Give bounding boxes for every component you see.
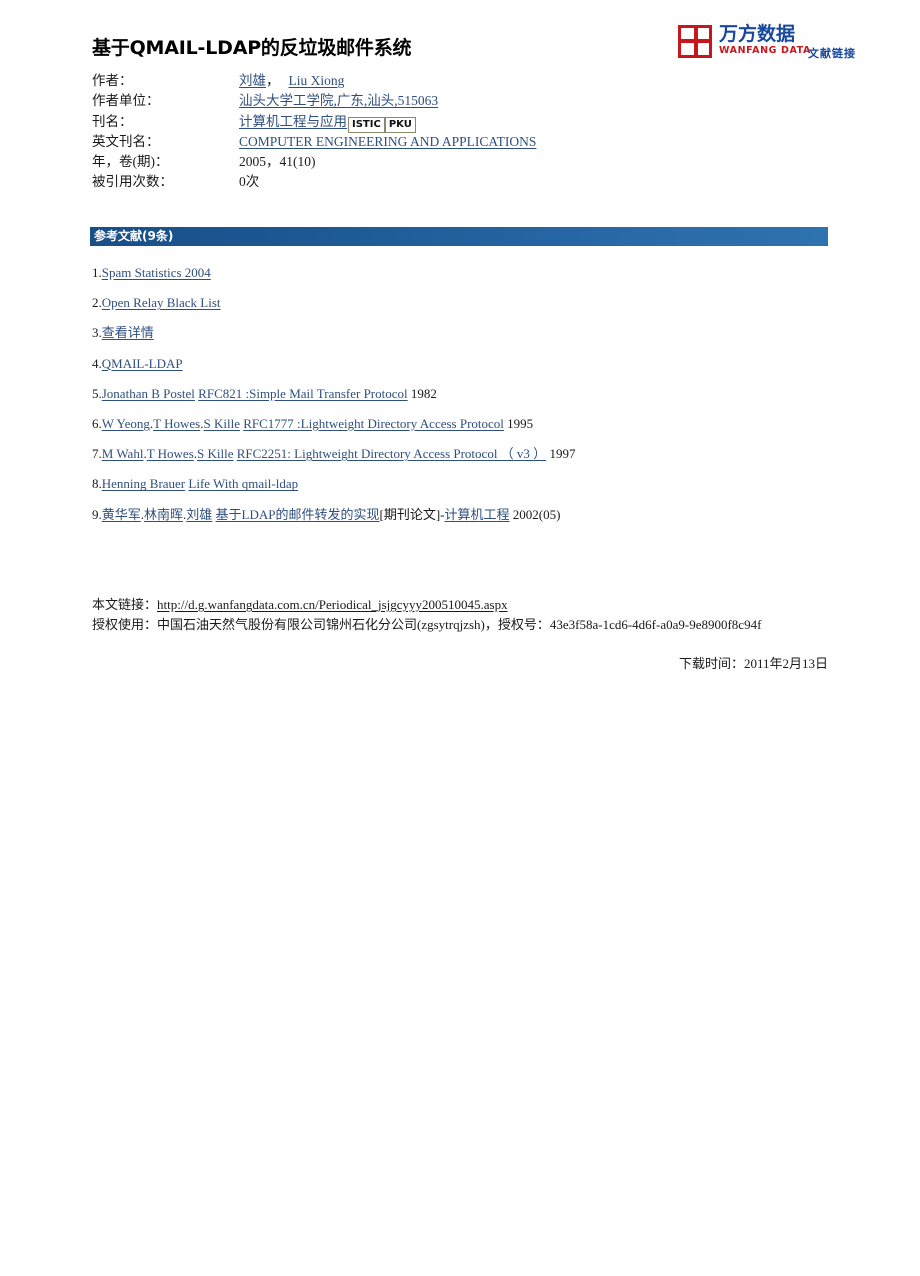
reference-number: 7. bbox=[92, 446, 102, 462]
logo-chinese-name: 万方数据 bbox=[719, 23, 796, 45]
reference-item: 6.W Yeong.T Howes.S Kille RFC1777 :Light… bbox=[92, 416, 852, 432]
reference-link[interactable]: Spam Statistics 2004 bbox=[102, 265, 211, 280]
reference-item: 4.QMAIL-LDAP bbox=[92, 356, 852, 372]
reference-number: 6. bbox=[92, 415, 102, 431]
reference-item: 3.查看详情 bbox=[92, 325, 852, 341]
logo-subtitle: 文献链接 bbox=[808, 47, 856, 60]
reference-number: 4. bbox=[92, 355, 102, 371]
metadata-value-authors: 刘雄， Liu Xiong bbox=[239, 71, 344, 91]
reference-link[interactable]: Life With qmail-ldap bbox=[188, 476, 298, 491]
reference-item: 8.Henning Brauer Life With qmail-ldap bbox=[92, 476, 852, 492]
wanfang-logo-mark-icon bbox=[678, 25, 712, 58]
article-url-link[interactable]: http://d.g.wanfangdata.com.cn/Periodical… bbox=[157, 597, 508, 612]
reference-link[interactable]: RFC1777 :Lightweight Directory Access Pr… bbox=[243, 416, 504, 431]
reference-number: 3. bbox=[92, 325, 102, 341]
metadata-label-citations: 被引用次数： bbox=[92, 174, 173, 190]
reference-link[interactable]: Open Relay Black List bbox=[102, 295, 221, 310]
metadata-label-journal: 刊名： bbox=[92, 113, 133, 129]
journal-badges: ISTIC PKU bbox=[348, 116, 416, 133]
reference-link[interactable]: S Kille bbox=[203, 416, 239, 431]
page-title: 基于QMAIL-LDAP的反垃圾邮件系统 bbox=[92, 37, 412, 59]
reference-link[interactable]: Henning Brauer bbox=[102, 476, 185, 491]
references-list: 1.Spam Statistics 2004 2.Open Relay Black… bbox=[92, 265, 852, 537]
metadata-value-journal-en: COMPUTER ENGINEERING AND APPLICATIONS bbox=[239, 132, 536, 152]
footer-link-row: 本文链接：http://d.g.wanfangdata.com.cn/Perio… bbox=[92, 595, 852, 615]
references-section-title: 参考文献(9条) bbox=[94, 229, 174, 243]
download-time-row: 下载时间：2011年2月13日 bbox=[92, 655, 828, 673]
reference-number: 1. bbox=[92, 265, 102, 280]
metadata-label-year-volume: 年，卷(期)： bbox=[92, 154, 169, 170]
reference-link[interactable]: 基于LDAP的邮件转发的实现 bbox=[216, 507, 380, 522]
reference-number: 9. bbox=[92, 506, 102, 522]
reference-number: 5. bbox=[92, 385, 102, 401]
download-time-label: 下载时间： bbox=[678, 656, 744, 671]
affiliation-link[interactable]: 汕头大学工学院,广东,汕头,515063 bbox=[239, 91, 438, 111]
metadata-row-journal: 刊名： 计算机工程与应用 ISTIC PKU bbox=[92, 112, 732, 133]
reference-link[interactable]: T Howes bbox=[153, 416, 200, 431]
reference-number: 8. bbox=[92, 476, 102, 492]
reference-link[interactable]: 林南晖 bbox=[144, 507, 183, 522]
metadata-row-affiliation: 作者单位： 汕头大学工学院,广东,汕头,515063 bbox=[92, 91, 732, 111]
reference-link[interactable]: 黄华军 bbox=[102, 507, 141, 522]
footer-auth-row: 授权使用：中国石油天然气股份有限公司锦州石化分公司(zgsytrqjzsh)，授… bbox=[92, 615, 764, 635]
reference-link[interactable]: S Kille bbox=[197, 446, 233, 461]
footer-auth-value: 中国石油天然气股份有限公司锦州石化分公司(zgsytrqjzsh)，授权号：43… bbox=[157, 616, 762, 632]
document-page: 万方数据 WANFANG DATA 文献链接 基于QMAIL-LDAP的反垃圾邮… bbox=[0, 0, 920, 1276]
reference-item: 5.Jonathan B Postel RFC821 :Simple Mail … bbox=[92, 386, 852, 402]
reference-link[interactable]: RFC821 :Simple Mail Transfer Protocol bbox=[198, 386, 407, 401]
download-time-value: 2011年2月13日 bbox=[743, 656, 828, 671]
metadata-label-journal-en: 英文刊名： bbox=[92, 133, 160, 149]
metadata-value-year-volume: 2005，41(10) bbox=[239, 154, 316, 170]
metadata-row-year-volume: 年，卷(期)： 2005，41(10) bbox=[92, 152, 732, 172]
reference-item: 9.黄华军.林南晖.刘雄 基于LDAP的邮件转发的实现[期刊论文]-计算机工程 … bbox=[92, 507, 852, 523]
references-section-header: 参考文献(9条) bbox=[90, 227, 828, 246]
journal-name-link[interactable]: 计算机工程与应用 bbox=[239, 112, 347, 132]
reference-item: 1.Spam Statistics 2004 bbox=[92, 265, 852, 281]
reference-link[interactable]: Jonathan B Postel bbox=[102, 386, 195, 401]
metadata-label-affiliation: 作者单位： bbox=[92, 93, 160, 109]
metadata-label-authors: 作者： bbox=[92, 73, 133, 88]
badge-pku: PKU bbox=[384, 116, 416, 133]
reference-text: 1995 bbox=[503, 415, 534, 431]
wanfang-logo: 万方数据 WANFANG DATA 文献链接 bbox=[678, 24, 855, 66]
reference-link[interactable]: M Wahl bbox=[102, 446, 144, 461]
logo-english-name: WANFANG DATA bbox=[719, 45, 811, 56]
reference-link[interactable]: T Howes bbox=[147, 446, 194, 461]
badge-istic: ISTIC bbox=[348, 116, 385, 133]
reference-link[interactable]: 计算机工程 bbox=[445, 507, 510, 522]
footer-link-label: 本文链接： bbox=[92, 597, 158, 612]
reference-item: 2.Open Relay Black List bbox=[92, 295, 852, 311]
metadata-row-authors: 作者： 刘雄， Liu Xiong bbox=[92, 71, 732, 91]
reference-link[interactable]: QMAIL-LDAP bbox=[102, 356, 183, 371]
metadata-value-citations: 0次 bbox=[239, 174, 260, 190]
footer-auth-label: 授权使用： bbox=[92, 616, 158, 632]
journal-en-link[interactable]: COMPUTER ENGINEERING AND APPLICATIONS bbox=[239, 132, 536, 152]
reference-text: 1982 bbox=[407, 385, 437, 401]
reference-link[interactable]: W Yeong bbox=[102, 416, 150, 431]
reference-link[interactable]: 查看详情 bbox=[102, 325, 154, 340]
metadata-table: 作者： 刘雄， Liu Xiong 作者单位： 汕头大学工学院,广东,汕头,515… bbox=[92, 71, 732, 193]
reference-text: 1997 bbox=[546, 446, 576, 462]
logo-bar-left bbox=[681, 39, 694, 43]
metadata-row-journal-en: 英文刊名： COMPUTER ENGINEERING AND APPLICATI… bbox=[92, 132, 732, 152]
reference-link[interactable]: 刘雄 bbox=[186, 507, 212, 522]
footer: 本文链接：http://d.g.wanfangdata.com.cn/Perio… bbox=[92, 595, 852, 634]
logo-bar-right bbox=[698, 39, 709, 43]
metadata-row-citations: 被引用次数： 0次 bbox=[92, 172, 732, 192]
author-separator: ， bbox=[266, 73, 280, 88]
reference-text: [期刊论文]- bbox=[379, 506, 445, 522]
metadata-value-journal: 计算机工程与应用 ISTIC PKU bbox=[239, 112, 416, 133]
metadata-value-affiliation: 汕头大学工学院,广东,汕头,515063 bbox=[239, 91, 438, 111]
reference-number: 2. bbox=[92, 295, 102, 311]
wanfang-logo-text: 万方数据 WANFANG DATA bbox=[719, 24, 811, 56]
author-link-en[interactable]: Liu Xiong bbox=[289, 71, 345, 91]
reference-text: 2002(05) bbox=[509, 506, 561, 522]
author-link-cn[interactable]: 刘雄 bbox=[239, 71, 266, 91]
reference-link[interactable]: RFC2251: Lightweight Directory Access Pr… bbox=[237, 446, 546, 461]
reference-item: 7.M Wahl.T Howes.S Kille RFC2251: Lightw… bbox=[92, 446, 852, 462]
